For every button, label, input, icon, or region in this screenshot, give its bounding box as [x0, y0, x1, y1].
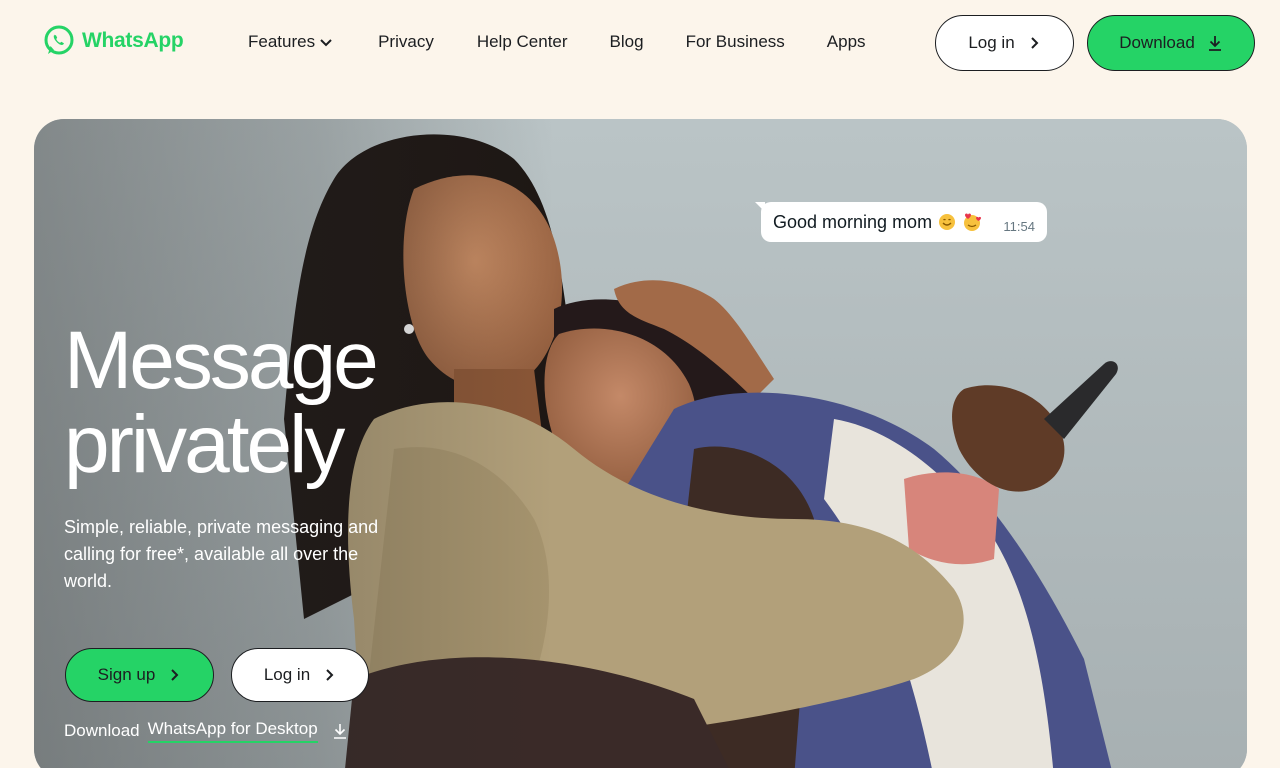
- signup-button-label: Sign up: [97, 665, 156, 684]
- face-with-hearts-icon: [962, 212, 982, 232]
- login-button[interactable]: Log in: [935, 15, 1074, 71]
- hero-subtitle: Simple, reliable, private messaging and …: [64, 517, 379, 591]
- download-button-label: Download: [1119, 33, 1195, 52]
- chevron-right-icon: [167, 668, 181, 682]
- hero-title-line-1: Message: [64, 315, 379, 406]
- desktop-download-row: Download WhatsApp for Desktop: [64, 719, 348, 743]
- nav-link-blog[interactable]: Blog: [610, 30, 644, 54]
- login-button-label: Log in: [968, 33, 1015, 52]
- nav-link-features[interactable]: Features: [248, 30, 334, 54]
- chat-message-text: Good morning mom: [773, 211, 933, 232]
- download-button[interactable]: Download: [1087, 15, 1255, 71]
- nav-link-label: Features: [248, 32, 316, 51]
- hero-login-button[interactable]: Log in: [231, 648, 369, 702]
- chat-message-time: 11:54: [1003, 218, 1035, 234]
- nav-link-for-business[interactable]: For Business: [686, 30, 785, 54]
- nav-link-privacy[interactable]: Privacy: [378, 30, 434, 54]
- desktop-download-link[interactable]: WhatsApp for Desktop: [147, 719, 318, 743]
- whatsapp-logo-text: WhatsApp: [82, 29, 184, 52]
- hero-login-button-label: Log in: [263, 665, 311, 684]
- hero-section: Good morning mom 11:54 Message privately…: [34, 119, 1247, 768]
- nav-link-help-center[interactable]: Help Center: [477, 30, 568, 54]
- chat-message-bubble: Good morning mom 11:54: [755, 202, 1047, 242]
- nav-link-apps[interactable]: Apps: [827, 30, 866, 54]
- whatsapp-logo[interactable]: WhatsApp: [42, 24, 184, 58]
- download-icon: [1207, 35, 1223, 51]
- chevron-right-icon: [322, 668, 336, 682]
- nav-links: Features Privacy Help Center Blog For Bu…: [248, 30, 866, 54]
- whatsapp-logo-icon: [42, 24, 76, 58]
- chevron-right-icon: [1027, 36, 1041, 50]
- hero-title-line-2: privately: [64, 399, 345, 490]
- download-icon[interactable]: [332, 723, 348, 739]
- desktop-download-prefix: Download: [64, 721, 140, 740]
- top-navigation: WhatsApp Features Privacy Help Center Bl…: [0, 0, 1280, 84]
- smiling-face-icon: [938, 213, 956, 231]
- chevron-down-icon: [318, 34, 334, 50]
- signup-button[interactable]: Sign up: [65, 648, 214, 702]
- hero-title: Message privately: [64, 319, 484, 487]
